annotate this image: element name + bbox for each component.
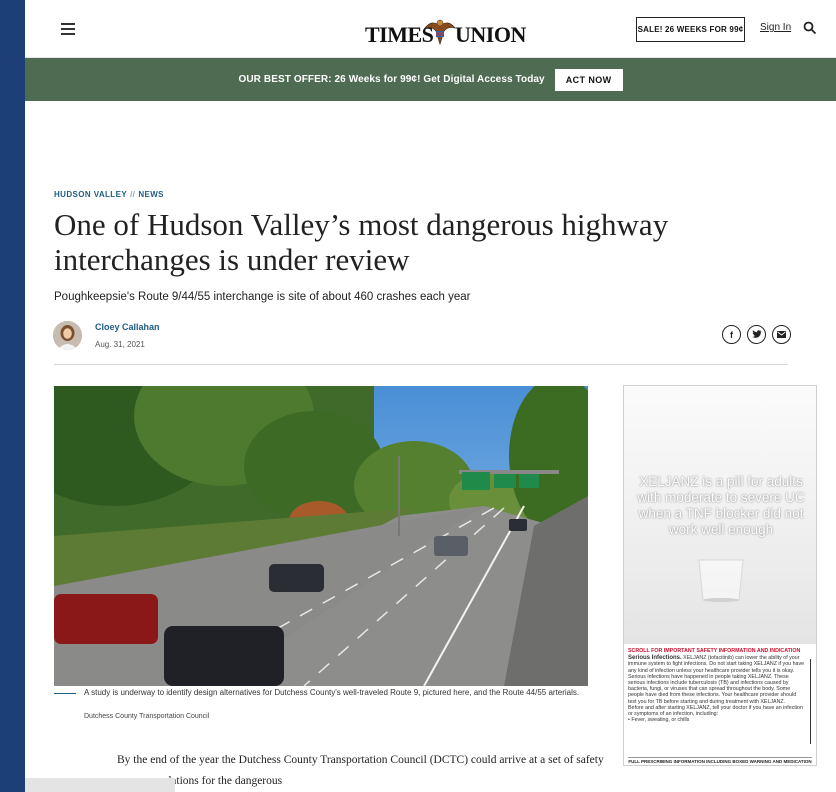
article-dek: Poughkeepsie's Route 9/44/55 interchange… (54, 291, 471, 303)
ad-bullet-text: Fever, sweating, or chills (631, 717, 690, 724)
article-body-paragraph: By the end of the year the Dutchess Coun… (117, 754, 604, 787)
byline-divider (54, 364, 788, 365)
ad-headline: XELJANZ is a pill for adults with modera… (637, 474, 805, 537)
section-link-hudson-valley[interactable]: HUDSON VALLEY (54, 190, 127, 199)
search-icon[interactable] (803, 21, 817, 35)
section-link-news[interactable]: NEWS (138, 190, 164, 199)
ad-safety-information[interactable]: SCROLL FOR IMPORTANT SAFETY INFORMATION … (624, 648, 816, 724)
sign-in-link[interactable]: Sign In (760, 22, 791, 33)
menu-icon[interactable] (61, 23, 75, 35)
facebook-share-button[interactable]: f (722, 325, 741, 344)
offer-banner: OUR BEST OFFER: 26 Weeks for 99¢! Get Di… (25, 58, 836, 101)
logo-text-union: UNION (455, 22, 526, 47)
photo-credit: Dutchess County Transportation Council (84, 713, 210, 720)
twitter-icon (751, 330, 761, 338)
act-now-button[interactable]: ACT NOW (554, 68, 623, 91)
bottom-overlay-bar (25, 778, 175, 792)
sidebar-ad[interactable]: XELJANZ is a pill for adults with modera… (623, 385, 817, 766)
ad-safety-bullet: • Fever, sweating, or chills (628, 717, 690, 724)
top-navigation-bar: TIMES UNION SALE! 26 WEEKS FOR 99¢ Sign … (25, 0, 836, 58)
ad-safety-lead: Serious Infections. (628, 655, 682, 662)
ad-safety-paragraph-2: Before and after starting XELJANZ, tell … (628, 704, 803, 718)
article-photo[interactable] (54, 386, 588, 686)
ad-scrollbar[interactable] (810, 659, 811, 744)
article-headline: One of Hudson Valley’s most dangerous hi… (54, 207, 669, 277)
glass-icon (698, 559, 744, 602)
offer-text: OUR BEST OFFER: 26 Weeks for 99¢! Get Di… (238, 74, 545, 85)
email-icon (777, 331, 786, 338)
subscribe-sale-button[interactable]: SALE! 26 WEEKS FOR 99¢ (636, 17, 745, 42)
publish-date: Aug. 31, 2021 (95, 340, 145, 349)
ad-prescribing-link[interactable]: FULL PRESCRIBING INFORMATION INCLUDING B… (628, 757, 812, 765)
author-photo-icon (53, 321, 82, 350)
ad-safety-title: SCROLL FOR IMPORTANT SAFETY INFORMATION … (628, 648, 801, 654)
eagle-emblem-icon (424, 19, 456, 46)
section-separator: // (130, 190, 136, 199)
caption-accent-line (54, 693, 76, 694)
twitter-share-button[interactable] (747, 325, 766, 344)
facebook-icon: f (730, 329, 733, 340)
author-name-link[interactable]: Cloey Callahan (95, 322, 160, 332)
photo-caption: A study is underway to identify design a… (84, 688, 580, 697)
article-page: TIMES UNION SALE! 26 WEEKS FOR 99¢ Sign … (25, 0, 836, 792)
email-share-button[interactable] (772, 325, 791, 344)
ad-safety-paragraph: Serious Infections. XELJANZ (tofacitinib… (628, 655, 806, 705)
section-breadcrumb: HUDSON VALLEY//NEWS (54, 190, 164, 199)
site-logo[interactable]: TIMES UNION (365, 14, 526, 48)
author-avatar[interactable] (53, 321, 82, 350)
ad-safety-text: XELJANZ (tofacitinib) can lower the abil… (628, 655, 805, 705)
